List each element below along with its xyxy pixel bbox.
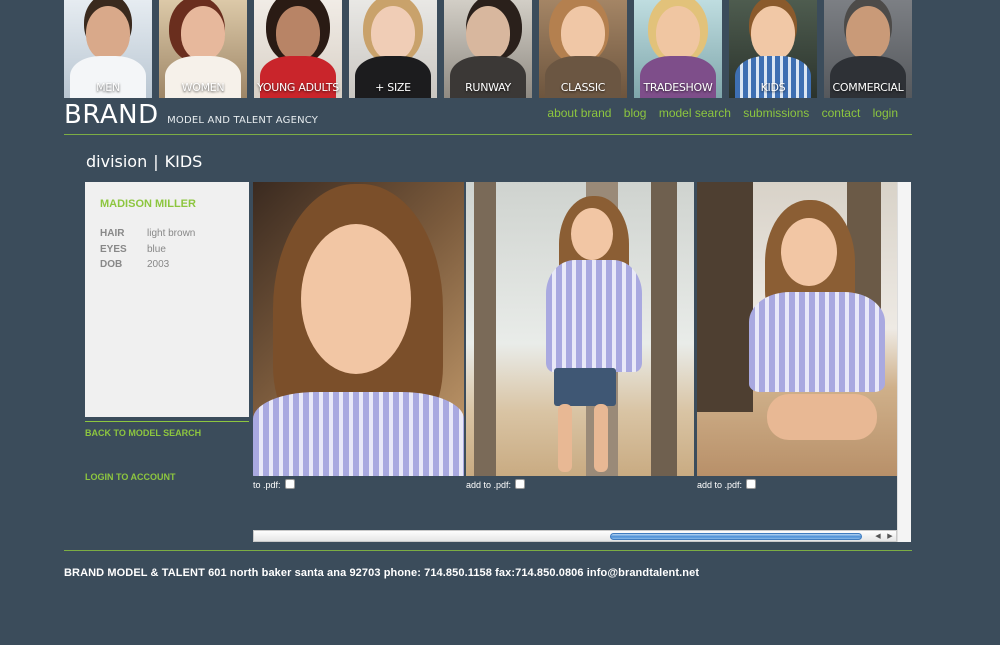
add-to-pdf-checkbox[interactable] bbox=[284, 479, 295, 489]
nav-login[interactable]: login bbox=[873, 106, 898, 120]
category-classic[interactable]: CLASSIC bbox=[539, 0, 627, 98]
category-classic-face bbox=[561, 6, 605, 60]
category-men-face bbox=[86, 6, 130, 60]
category-tradeshow-label: TRADESHOW bbox=[643, 81, 713, 94]
footer-divider bbox=[64, 550, 912, 551]
nav-blog[interactable]: blog bbox=[624, 106, 647, 120]
pdf-option-2: add to .pdf: bbox=[466, 479, 526, 490]
photo-2-pillar-right bbox=[651, 182, 677, 476]
category-women-face bbox=[181, 6, 225, 60]
add-to-pdf-checkbox[interactable] bbox=[746, 479, 757, 489]
scroll-left-arrow-icon[interactable]: ◀ bbox=[873, 532, 883, 541]
model-photo-2[interactable] bbox=[466, 182, 694, 476]
photo-1-shirt bbox=[253, 392, 464, 476]
footer-contact: BRAND MODEL & TALENT 601 north baker san… bbox=[64, 567, 700, 579]
logo-wordmark: BRAND bbox=[64, 100, 159, 130]
photo-2-face bbox=[571, 208, 613, 260]
nav-submissions[interactable]: submissions bbox=[743, 106, 809, 120]
header-divider bbox=[64, 134, 912, 135]
category-strip: MEN WOMEN YOUNG ADULTS + SIZE RUNWAY CLA… bbox=[64, 0, 912, 98]
category-women-label: WOMEN bbox=[181, 81, 225, 94]
attribute-row-dob: DOB 2003 bbox=[100, 259, 195, 275]
attribute-value: blue bbox=[147, 243, 166, 255]
logo-tagline: MODEL AND TALENT AGENCY bbox=[167, 115, 319, 126]
photo-3-knees bbox=[767, 394, 877, 440]
category-plus-size[interactable]: + SIZE bbox=[349, 0, 437, 98]
category-tradeshow[interactable]: TRADESHOW bbox=[634, 0, 722, 98]
attribute-key: DOB bbox=[100, 259, 123, 270]
gallery-horizontal-scrollbar[interactable]: ◀ ▶ bbox=[253, 530, 897, 542]
category-plus-size-label: + SIZE bbox=[375, 81, 411, 94]
category-men[interactable]: MEN bbox=[64, 0, 152, 98]
top-nav: about brand blog model search submission… bbox=[538, 106, 898, 120]
pdf-label: add to .pdf: bbox=[697, 480, 743, 490]
category-women[interactable]: WOMEN bbox=[159, 0, 247, 98]
info-panel-divider bbox=[85, 421, 249, 422]
photo-2-shorts bbox=[554, 368, 616, 406]
category-commercial-face bbox=[846, 6, 890, 60]
photo-2-pillar-left bbox=[474, 182, 496, 476]
add-to-pdf-checkbox[interactable] bbox=[515, 479, 526, 489]
category-tradeshow-face bbox=[656, 6, 700, 60]
photo-gallery: to .pdf: add to .pdf: add to .pdf: ◀ ▶ bbox=[253, 182, 911, 542]
category-runway-label: RUNWAY bbox=[465, 81, 511, 94]
category-young-adults-label: YOUNG ADULTS bbox=[257, 81, 339, 94]
nav-contact[interactable]: contact bbox=[822, 106, 861, 120]
attribute-value: 2003 bbox=[147, 259, 170, 270]
photo-1-face bbox=[301, 224, 411, 374]
category-young-adults-face bbox=[276, 6, 320, 60]
attribute-key: EYES bbox=[100, 243, 127, 255]
division-title: division | KIDS bbox=[86, 152, 202, 171]
model-attributes: HAIR light brown EYES blue DOB 2003 bbox=[100, 228, 195, 275]
brand-logo[interactable]: BRAND MODEL AND TALENT AGENCY bbox=[64, 100, 318, 130]
attribute-row-eyes: EYES blue bbox=[100, 244, 195, 260]
photo-3-face bbox=[781, 218, 837, 286]
model-name: MADISON MILLER bbox=[100, 198, 196, 210]
photo-2-leg-left bbox=[558, 404, 572, 472]
category-runway[interactable]: RUNWAY bbox=[444, 0, 532, 98]
pdf-option-1: to .pdf: bbox=[253, 479, 295, 490]
scrollbar-thumb[interactable] bbox=[610, 533, 862, 540]
category-runway-face bbox=[466, 6, 510, 60]
category-commercial-label: COMMERCIAL bbox=[832, 81, 904, 94]
model-photo-1[interactable] bbox=[253, 182, 464, 476]
attribute-value: light brown bbox=[147, 228, 196, 239]
model-info-panel: MADISON MILLER HAIR light brown EYES blue … bbox=[85, 182, 249, 417]
category-kids[interactable]: KIDS bbox=[729, 0, 817, 98]
login-to-account-link[interactable]: LOGIN TO ACCOUNT bbox=[85, 472, 176, 482]
division-separator: | bbox=[153, 152, 159, 171]
division-label: division bbox=[86, 152, 148, 171]
pdf-label: add to .pdf: bbox=[466, 480, 512, 490]
nav-model-search[interactable]: model search bbox=[659, 106, 731, 120]
back-to-model-search-link[interactable]: BACK TO MODEL SEARCH bbox=[85, 428, 201, 438]
nav-about-brand[interactable]: about brand bbox=[547, 106, 611, 120]
photo-2-leg-right bbox=[594, 404, 608, 472]
category-kids-face bbox=[751, 6, 795, 60]
gallery-vertical-scrollbar[interactable] bbox=[897, 182, 911, 542]
model-photo-3[interactable] bbox=[697, 182, 897, 476]
pdf-option-3: add to .pdf: bbox=[697, 479, 757, 490]
category-kids-label: KIDS bbox=[760, 81, 786, 94]
category-young-adults[interactable]: YOUNG ADULTS bbox=[254, 0, 342, 98]
category-commercial[interactable]: COMMERCIAL bbox=[824, 0, 912, 98]
category-classic-label: CLASSIC bbox=[560, 81, 606, 94]
attribute-key: HAIR bbox=[100, 228, 125, 239]
photo-3-pillar-left bbox=[697, 182, 753, 412]
pdf-label: to .pdf: bbox=[253, 480, 281, 490]
category-plus-size-face bbox=[371, 6, 415, 60]
scroll-right-arrow-icon[interactable]: ▶ bbox=[885, 532, 895, 541]
attribute-row-hair: HAIR light brown bbox=[100, 228, 195, 244]
division-name: KIDS bbox=[164, 152, 203, 171]
photo-3-shirt bbox=[749, 292, 885, 392]
category-men-label: MEN bbox=[96, 81, 120, 94]
photo-2-shirt bbox=[546, 260, 642, 372]
